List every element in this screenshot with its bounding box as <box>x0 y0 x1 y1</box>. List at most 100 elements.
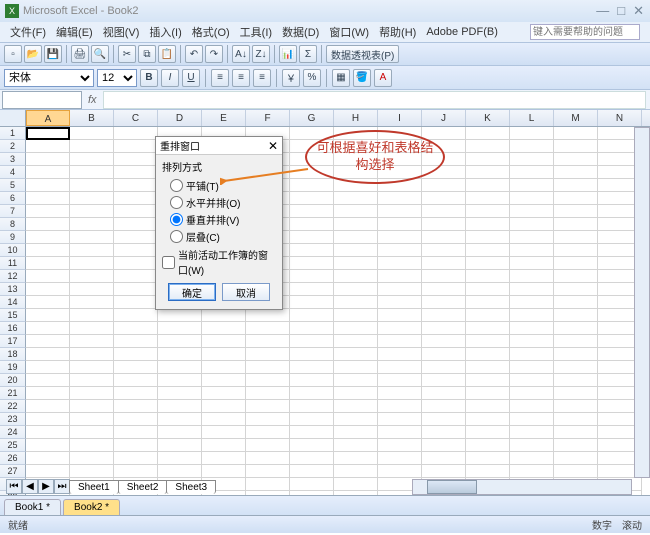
cell[interactable] <box>158 426 202 439</box>
cell[interactable] <box>334 218 378 231</box>
col-header-B[interactable]: B <box>70 110 114 126</box>
minimize-button[interactable]: — <box>596 3 609 19</box>
cell[interactable] <box>290 413 334 426</box>
cell[interactable] <box>422 205 466 218</box>
cell[interactable] <box>334 452 378 465</box>
cell[interactable] <box>466 387 510 400</box>
cut-icon[interactable]: ✂ <box>118 45 136 63</box>
col-header-L[interactable]: L <box>510 110 554 126</box>
cell[interactable] <box>202 439 246 452</box>
redo-icon[interactable]: ↷ <box>205 45 223 63</box>
cell[interactable] <box>26 205 70 218</box>
row-header[interactable]: 7 <box>0 205 26 218</box>
open-icon[interactable]: 📂 <box>24 45 42 63</box>
active-workbook-checkbox[interactable] <box>162 256 175 269</box>
cell[interactable] <box>70 205 114 218</box>
cell[interactable] <box>158 361 202 374</box>
cell[interactable] <box>510 348 554 361</box>
cell[interactable] <box>510 374 554 387</box>
cell[interactable] <box>290 387 334 400</box>
cell[interactable] <box>26 192 70 205</box>
cell[interactable] <box>26 400 70 413</box>
cell[interactable] <box>378 283 422 296</box>
cell[interactable] <box>246 465 290 478</box>
cell[interactable] <box>246 400 290 413</box>
cell[interactable] <box>422 231 466 244</box>
cell[interactable] <box>26 270 70 283</box>
col-header-I[interactable]: I <box>378 110 422 126</box>
cell[interactable] <box>26 244 70 257</box>
cell[interactable] <box>334 127 378 140</box>
cell[interactable] <box>378 322 422 335</box>
menu-view[interactable]: 视图(V) <box>99 23 144 41</box>
cell[interactable] <box>466 179 510 192</box>
cell[interactable] <box>422 166 466 179</box>
cell[interactable] <box>114 127 158 140</box>
cell[interactable] <box>246 374 290 387</box>
cell[interactable] <box>70 309 114 322</box>
cell[interactable] <box>26 296 70 309</box>
cell[interactable] <box>334 400 378 413</box>
cell[interactable] <box>554 413 598 426</box>
cell[interactable] <box>554 361 598 374</box>
cell[interactable] <box>334 426 378 439</box>
cancel-button[interactable]: 取消 <box>222 283 270 301</box>
row-header[interactable]: 6 <box>0 192 26 205</box>
cell[interactable] <box>554 322 598 335</box>
font-color-icon[interactable]: A <box>374 69 392 87</box>
cell[interactable] <box>70 192 114 205</box>
cell[interactable] <box>510 309 554 322</box>
cell[interactable] <box>554 179 598 192</box>
row-header[interactable]: 20 <box>0 374 26 387</box>
cell[interactable] <box>334 374 378 387</box>
cell[interactable] <box>466 452 510 465</box>
cell[interactable] <box>422 218 466 231</box>
option-cascade-radio[interactable] <box>170 230 183 243</box>
cell[interactable] <box>290 140 334 153</box>
col-header-M[interactable]: M <box>554 110 598 126</box>
option-vertical-radio[interactable] <box>170 213 183 226</box>
currency-icon[interactable]: ￥ <box>282 69 300 87</box>
cell[interactable] <box>290 348 334 361</box>
row-header[interactable]: 9 <box>0 231 26 244</box>
cell[interactable] <box>466 439 510 452</box>
cell[interactable] <box>26 283 70 296</box>
cell[interactable] <box>378 439 422 452</box>
row-header[interactable]: 14 <box>0 296 26 309</box>
col-header-E[interactable]: E <box>202 110 246 126</box>
cell[interactable] <box>510 205 554 218</box>
cell[interactable] <box>510 244 554 257</box>
cell[interactable] <box>334 361 378 374</box>
cell[interactable] <box>554 283 598 296</box>
cell[interactable] <box>290 244 334 257</box>
cell[interactable] <box>334 257 378 270</box>
cell[interactable] <box>378 426 422 439</box>
cell[interactable] <box>466 283 510 296</box>
cell[interactable] <box>510 166 554 179</box>
cell[interactable] <box>158 400 202 413</box>
cell[interactable] <box>334 153 378 166</box>
cell[interactable] <box>114 283 158 296</box>
cell[interactable] <box>70 231 114 244</box>
cell[interactable] <box>466 140 510 153</box>
italic-icon[interactable]: I <box>161 69 179 87</box>
col-header-N[interactable]: N <box>598 110 642 126</box>
cell[interactable] <box>466 231 510 244</box>
option-tile-radio[interactable] <box>170 179 183 192</box>
cell[interactable] <box>114 335 158 348</box>
cell[interactable] <box>70 283 114 296</box>
cell[interactable] <box>70 413 114 426</box>
menu-format[interactable]: 格式(O) <box>188 23 234 41</box>
cell[interactable] <box>378 452 422 465</box>
cell[interactable] <box>510 400 554 413</box>
cell[interactable] <box>246 426 290 439</box>
workbook-tab-1[interactable]: Book1 * <box>4 499 61 515</box>
menu-window[interactable]: 窗口(W) <box>325 23 373 41</box>
cell[interactable] <box>158 439 202 452</box>
cell[interactable] <box>334 283 378 296</box>
cell[interactable] <box>70 270 114 283</box>
percent-icon[interactable]: % <box>303 69 321 87</box>
cell[interactable] <box>422 296 466 309</box>
cell[interactable] <box>554 400 598 413</box>
cell[interactable] <box>202 452 246 465</box>
